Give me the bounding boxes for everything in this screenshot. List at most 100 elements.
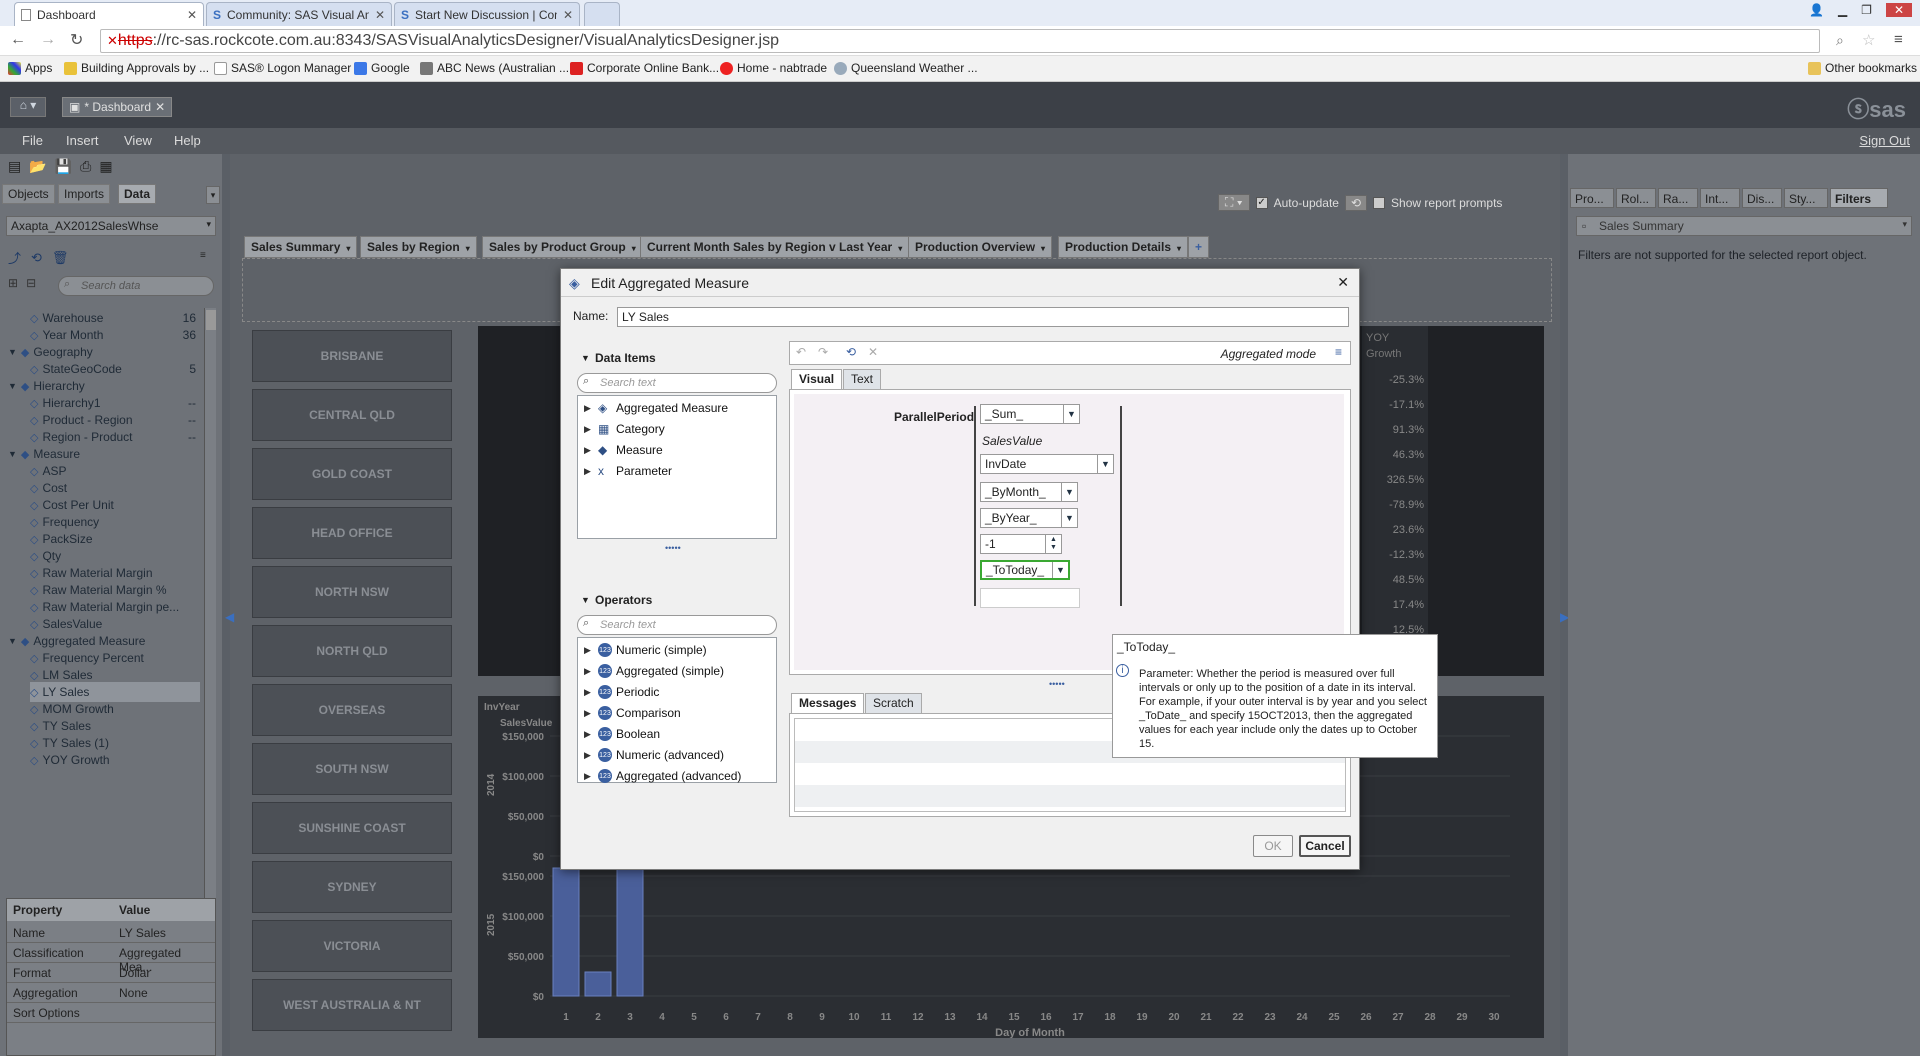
operator-item[interactable]: ▶ 123 Boolean	[584, 724, 660, 744]
property-row[interactable]: Sort Options	[7, 1003, 215, 1023]
back-icon[interactable]: ←	[10, 31, 26, 49]
aggregation-select[interactable]: _Sum_ ▼	[980, 404, 1080, 424]
bookmark-google[interactable]: Google	[354, 61, 410, 75]
bar[interactable]	[616, 867, 644, 997]
zoom-fit-icon[interactable]: ⛶ ▾	[1218, 194, 1250, 211]
panel-tab[interactable]: Int...	[1700, 188, 1740, 208]
panel-tab[interactable]: Ra...	[1658, 188, 1698, 208]
splitter-handle[interactable]: •••••	[1049, 679, 1065, 689]
region-button[interactable]: SUNSHINE COAST	[252, 802, 452, 854]
chevron-down-icon[interactable]: ▾	[898, 244, 902, 253]
expand-icon[interactable]: ▶	[584, 466, 594, 477]
tab-messages[interactable]: Messages	[791, 693, 865, 713]
redo-icon[interactable]: ↷	[818, 345, 828, 359]
sign-out-link[interactable]: Sign Out	[1859, 133, 1910, 148]
add-tab-button[interactable]: +	[1188, 236, 1210, 258]
new-icon[interactable]: ▤	[8, 158, 21, 175]
menu-file[interactable]: File	[22, 133, 43, 148]
tab-data[interactable]: Data	[118, 184, 157, 204]
operator-item[interactable]: ▶ 123 Aggregated (advanced)	[584, 766, 741, 786]
property-row[interactable]: Classification Aggregated Mea...	[7, 943, 215, 974]
report-tab[interactable]: Sales by Region ▾	[360, 236, 477, 258]
forward-icon[interactable]: →	[40, 31, 56, 49]
expand-icon[interactable]: ▼	[8, 636, 17, 646]
update-icon[interactable]: ⟲	[1344, 194, 1368, 211]
property-row[interactable]: Aggregation None	[7, 983, 215, 1003]
property-row[interactable]: Format Dollar	[7, 963, 215, 983]
tab-scratch[interactable]: Scratch	[865, 693, 922, 713]
mode-menu-icon[interactable]: ≡	[1335, 345, 1342, 359]
collapse-icon[interactable]: ▼	[581, 595, 590, 605]
data-item[interactable]: ▶ x Parameter	[584, 461, 672, 481]
operator-item[interactable]: ▶ 123 Numeric (simple)	[584, 640, 707, 660]
inner-interval-select[interactable]: _ByMonth_ ▼	[980, 482, 1078, 502]
stepper-icon[interactable]: ▲ ▼	[1045, 535, 1061, 553]
region-button[interactable]: WEST AUSTRALIA & NT	[252, 979, 452, 1031]
reset-icon[interactable]: ⟲	[846, 345, 856, 359]
operator-item[interactable]: ▶ 123 Comparison	[584, 703, 681, 723]
bookmark-weather[interactable]: Queensland Weather ...	[834, 61, 978, 75]
panel-tab[interactable]: Dis...	[1742, 188, 1782, 208]
tab-text[interactable]: Text	[843, 369, 882, 389]
report-object-select[interactable]: ▫ Sales Summary ▾	[1576, 216, 1912, 236]
date-value-input[interactable]	[980, 588, 1080, 608]
expand-icon[interactable]: ▶	[584, 687, 594, 698]
report-tab[interactable]: Production Overview ▾	[908, 236, 1053, 258]
region-button[interactable]: SYDNEY	[252, 861, 452, 913]
bar[interactable]	[552, 867, 580, 997]
datasource-select[interactable]: Axapta_AX2012SalesWhse ▾	[6, 216, 216, 236]
print-icon[interactable]: ⎙	[80, 158, 91, 175]
expand-icon[interactable]: ▶	[584, 708, 594, 719]
property-row[interactable]: Name LY Sales	[7, 923, 215, 943]
auto-update-checkbox[interactable]: ✓	[1255, 196, 1268, 209]
new-tab-button[interactable]	[584, 2, 620, 26]
close-icon[interactable]: ✕	[155, 100, 165, 114]
browser-tab-community[interactable]: S Community: SAS Visual Analy ✕	[206, 2, 392, 26]
star-icon[interactable]: ☆	[1862, 31, 1875, 49]
chevron-down-icon[interactable]: ▾	[346, 244, 350, 253]
tab-menu-button[interactable]: ▾	[206, 186, 220, 204]
expand-icon[interactable]: ▼	[8, 449, 17, 459]
operator-item[interactable]: ▶ 123 Aggregated (simple)	[584, 661, 724, 681]
outer-interval-select[interactable]: _ByYear_ ▼	[980, 508, 1078, 528]
operator-item[interactable]: ▶ 123 Numeric (advanced)	[584, 745, 724, 765]
report-tab[interactable]: Sales Summary ▾	[244, 236, 358, 258]
panel-tab[interactable]: Sty...	[1784, 188, 1828, 208]
data-menu-icon[interactable]: ≡	[200, 250, 206, 261]
browser-tab-new-discussion[interactable]: S Start New Discussion | Comm ✕	[394, 2, 580, 26]
expand-icon[interactable]: ▶	[584, 771, 594, 782]
region-button[interactable]: OVERSEAS	[252, 684, 452, 736]
date-select[interactable]: InvDate ▼	[980, 454, 1114, 474]
bookmark-other[interactable]: Other bookmarks	[1808, 61, 1917, 75]
chevron-down-icon[interactable]: ▾	[466, 244, 470, 253]
region-button[interactable]: GOLD COAST	[252, 448, 452, 500]
tab-objects[interactable]: Objects	[2, 184, 55, 204]
bookmark-building[interactable]: Building Approvals by ...	[64, 61, 209, 75]
save-icon[interactable]: 💾	[55, 158, 72, 175]
bar[interactable]	[584, 971, 612, 997]
data-items-search[interactable]: ⌕ Search text	[577, 373, 777, 393]
home-button[interactable]: ⌂ ▾	[10, 97, 46, 117]
delete-icon[interactable]: ✕	[868, 345, 878, 359]
expand-icon[interactable]: ▼	[8, 347, 17, 357]
offset-stepper[interactable]: -1 ▲ ▼	[980, 534, 1062, 554]
to-today-select[interactable]: _ToToday_ ▼	[980, 560, 1070, 580]
panel-tab[interactable]: Filters	[1830, 188, 1888, 208]
bookmark-abc[interactable]: ABC News (Australian ...	[420, 61, 569, 75]
region-button[interactable]: VICTORIA	[252, 920, 452, 972]
menu-icon[interactable]: ≡	[1894, 31, 1903, 48]
splitter-handle[interactable]: •••••	[665, 543, 681, 553]
region-button[interactable]: HEAD OFFICE	[252, 507, 452, 559]
expand-icon[interactable]: ▶	[584, 403, 594, 414]
report-tab[interactable]: Production Details ▾	[1058, 236, 1189, 258]
undo-icon[interactable]: ↶	[796, 345, 806, 359]
operator-item[interactable]: ▶ 123 Periodic	[584, 682, 659, 702]
expand-icon[interactable]: ▶	[584, 666, 594, 677]
document-tab[interactable]: ▣ * Dashboard ✕	[62, 97, 173, 117]
refresh-icon[interactable]: ⟲	[31, 250, 42, 266]
panel-tab[interactable]: Rol...	[1616, 188, 1656, 208]
new-data-item-icon[interactable]: ⤴	[8, 248, 21, 267]
data-item[interactable]: ▶ ◆ Measure	[584, 440, 663, 460]
delete-icon[interactable]: 🗑	[52, 250, 69, 266]
user-icon[interactable]: 👤	[1809, 3, 1824, 17]
